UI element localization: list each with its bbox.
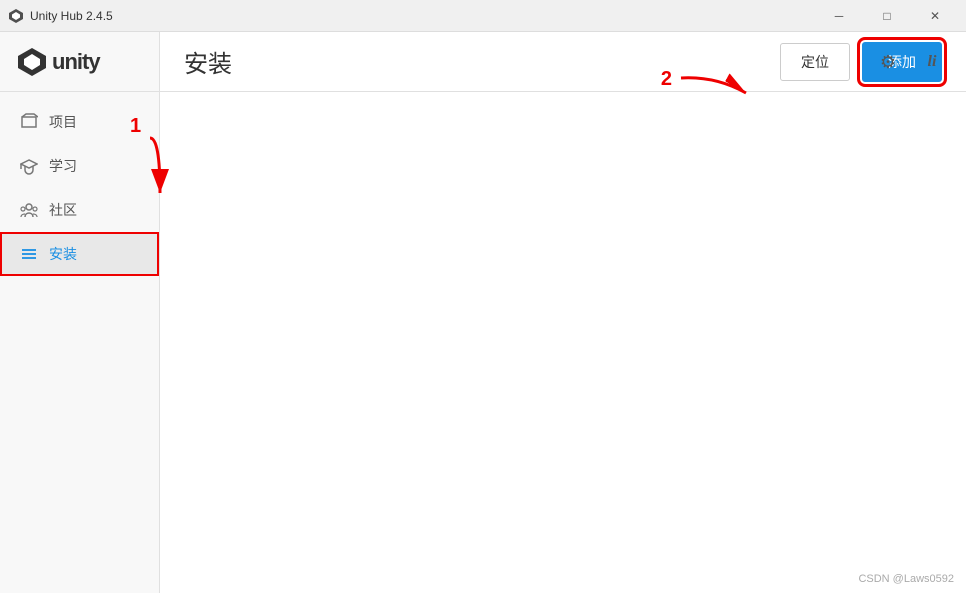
app-title: Unity Hub 2.4.5 [30, 9, 113, 23]
sidebar-nav: 项目 学习 社区 安装 [0, 92, 159, 593]
projects-icon [19, 112, 39, 132]
unity-logo-text: unity [52, 49, 100, 75]
sidebar-item-community[interactable]: 社区 [0, 188, 159, 232]
page-title: 安装 [184, 44, 232, 79]
installs-label: 安装 [49, 244, 77, 264]
page-title-area: 安装 [184, 44, 232, 79]
sidebar-item-installs[interactable]: 安装 [0, 232, 159, 276]
header-right-icons: ⚙ li [854, 32, 966, 92]
sidebar: unity 项目 学习 社区 [0, 32, 160, 593]
sidebar-item-projects[interactable]: 项目 [0, 100, 159, 144]
main-content: 安装 定位 添加 [160, 32, 966, 593]
title-bar-controls: ─ □ ✕ [816, 0, 958, 32]
community-icon [19, 200, 39, 220]
locate-button[interactable]: 定位 [780, 43, 850, 81]
minimize-button[interactable]: ─ [816, 0, 862, 32]
title-bar: Unity Hub 2.4.5 ─ □ ✕ [0, 0, 966, 32]
sidebar-header: unity [0, 32, 159, 92]
unity-logo-icon [16, 46, 48, 78]
learn-icon [19, 156, 39, 176]
sidebar-item-learn[interactable]: 学习 [0, 144, 159, 188]
settings-button[interactable]: ⚙ [870, 44, 906, 80]
profile-icon: li [928, 53, 937, 71]
installs-icon [19, 244, 39, 264]
content-body [160, 92, 966, 593]
close-button[interactable]: ✕ [912, 0, 958, 32]
gear-icon: ⚙ [880, 52, 896, 73]
watermark: CSDN @Laws0592 [858, 573, 954, 585]
title-bar-left: Unity Hub 2.4.5 [8, 8, 113, 24]
app-layout: unity 项目 学习 社区 [0, 32, 966, 593]
profile-button[interactable]: li [914, 44, 950, 80]
learn-label: 学习 [49, 156, 77, 176]
unity-title-icon [8, 8, 24, 24]
top-toolbar: 安装 定位 添加 [160, 32, 966, 92]
unity-logo: unity [16, 46, 100, 78]
maximize-button[interactable]: □ [864, 0, 910, 32]
community-label: 社区 [49, 200, 77, 220]
projects-label: 项目 [49, 112, 77, 132]
